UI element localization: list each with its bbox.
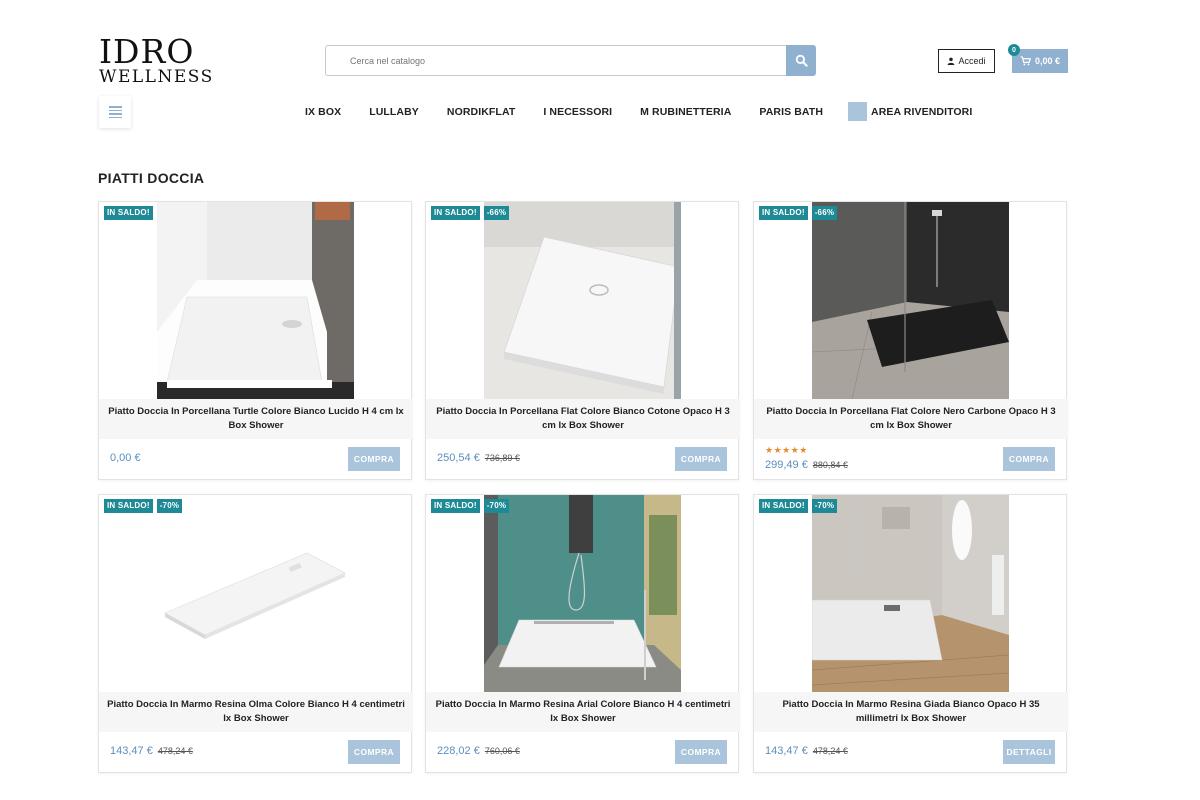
cart-icon: [1020, 56, 1031, 66]
cart-count-badge: 0: [1008, 44, 1020, 56]
cart-total: 0,00 €: [1034, 56, 1061, 66]
nav-item-lullaby[interactable]: LULLABY: [369, 106, 419, 118]
price-area: 143,47 € 478,24 €: [110, 745, 193, 757]
product-name[interactable]: Piatto Doccia In Marmo Resina Olma Color…: [99, 692, 413, 732]
product-image[interactable]: [812, 202, 1009, 399]
sale-badge: IN SALDO!: [431, 206, 480, 220]
sale-badge: IN SALDO!: [759, 206, 808, 220]
product-grid: IN SALDO! Piatto Doccia In Porcellana Tu…: [98, 201, 1068, 773]
hamburger-icon-line: [108, 109, 122, 111]
product-image[interactable]: [484, 495, 681, 692]
product-old-price: 478,24 €: [812, 746, 848, 756]
product-name[interactable]: Piatto Doccia In Porcellana Flat Colore …: [754, 399, 1068, 439]
page-title: PIATTI DOCCIA: [98, 170, 205, 186]
product-card[interactable]: IN SALDO! -70% Piatto Doccia In Marmo Re…: [425, 494, 740, 773]
brand-logo-line2: WELLNESS: [99, 67, 214, 87]
discount-badge: -66%: [483, 206, 510, 220]
nav-item-m-rubinetteria[interactable]: M RUBINETTERIA: [640, 106, 731, 118]
user-icon: [948, 57, 955, 65]
search-input[interactable]: [325, 45, 786, 76]
price-area: 299,49 € 880,84 €: [765, 459, 848, 471]
sale-badge: IN SALDO!: [104, 499, 153, 513]
buy-button[interactable]: COMPRA: [348, 740, 400, 764]
discount-badge: -70%: [483, 499, 510, 513]
buy-button[interactable]: COMPRA: [675, 740, 727, 764]
nav-item-area-rivenditori-label: AREA RIVENDITORI: [871, 105, 973, 118]
price-area: 250,54 € 736,89 €: [437, 452, 520, 464]
buy-button[interactable]: COMPRA: [675, 447, 727, 471]
hamburger-icon-line: [108, 113, 122, 115]
product-image[interactable]: [157, 495, 354, 692]
main-nav: IX BOX LULLABY NORDIKFLAT I NECESSORI M …: [0, 94, 1200, 134]
product-name[interactable]: Piatto Doccia In Marmo Resina Giada Bian…: [754, 692, 1068, 732]
product-name[interactable]: Piatto Doccia In Marmo Resina Arial Colo…: [426, 692, 740, 732]
discount-badge: -70%: [811, 499, 838, 513]
badges: IN SALDO! -66%: [431, 206, 510, 220]
nav-item-ix-box[interactable]: IX BOX: [305, 106, 341, 118]
product-image[interactable]: [812, 495, 1009, 692]
badges: IN SALDO!: [104, 206, 153, 220]
product-price: 250,54 €: [437, 452, 480, 464]
menu-toggle[interactable]: [99, 96, 131, 128]
nav-item-i-necessori[interactable]: I NECESSORI: [543, 106, 612, 118]
badges: IN SALDO! -70%: [759, 499, 838, 513]
login-label: Accedi: [958, 56, 986, 66]
page: IDRO WELLNESS Accedi 0 0,00 € IX BO: [0, 0, 1200, 800]
product-price: 0,00 €: [110, 452, 141, 464]
buy-button[interactable]: COMPRA: [1003, 447, 1055, 471]
product-price: 299,49 €: [765, 459, 808, 471]
hamburger-icon: [108, 106, 122, 108]
badges: IN SALDO! -70%: [104, 499, 183, 513]
product-price: 228,02 €: [437, 745, 480, 757]
rating-stars-icon: ★★★★★: [765, 445, 808, 455]
search-bar: [325, 45, 816, 76]
nav-item-area-rivenditori[interactable]: AREA RIVENDITORI: [848, 102, 972, 121]
hamburger-icon-line: [108, 116, 122, 118]
discount-badge: -70%: [156, 499, 183, 513]
product-image[interactable]: [157, 202, 354, 399]
badges: IN SALDO! -70%: [431, 499, 510, 513]
details-button[interactable]: DETTAGLI: [1003, 740, 1055, 764]
price-area: 228,02 € 760,06 €: [437, 745, 520, 757]
badges: IN SALDO! -66%: [759, 206, 838, 220]
product-card[interactable]: IN SALDO! -70% Piatto Doccia In Marmo Re…: [753, 494, 1068, 773]
login-button[interactable]: Accedi: [938, 49, 995, 73]
price-area: 0,00 €: [110, 452, 141, 464]
product-old-price: 760,06 €: [484, 746, 520, 756]
header: IDRO WELLNESS Accedi 0 0,00 €: [0, 0, 1200, 94]
product-old-price: 880,84 €: [812, 460, 848, 470]
product-price: 143,47 €: [110, 745, 153, 757]
search-button[interactable]: [786, 45, 816, 76]
price-area: 143,47 € 478,24 €: [765, 745, 848, 757]
sale-badge: IN SALDO!: [759, 499, 808, 513]
product-old-price: 478,24 €: [157, 746, 193, 756]
nav-item-nordikflat[interactable]: NORDIKFLAT: [447, 106, 515, 118]
product-price: 143,47 €: [765, 745, 808, 757]
product-image[interactable]: [484, 202, 681, 399]
product-name[interactable]: Piatto Doccia In Porcellana Flat Colore …: [426, 399, 740, 439]
product-card[interactable]: IN SALDO! Piatto Doccia In Porcellana Tu…: [98, 201, 413, 480]
sale-badge: IN SALDO!: [104, 206, 153, 220]
brand-logo-line1: IDRO: [99, 32, 195, 71]
buy-button[interactable]: COMPRA: [348, 447, 400, 471]
search-icon: [795, 54, 808, 67]
product-card[interactable]: IN SALDO! -66% Piatto Doccia In Porcella…: [425, 201, 740, 480]
product-card[interactable]: IN SALDO! -66% Piatto Doccia In Porcella…: [753, 201, 1068, 480]
product-name[interactable]: Piatto Doccia In Porcellana Turtle Color…: [99, 399, 413, 439]
discount-badge: -66%: [811, 206, 838, 220]
product-old-price: 736,89 €: [484, 453, 520, 463]
nav-item-paris-bath[interactable]: PARIS BATH: [759, 106, 823, 118]
sale-badge: IN SALDO!: [431, 499, 480, 513]
area-rivenditori-icon: [848, 102, 868, 121]
brand-logo[interactable]: IDRO WELLNESS: [99, 32, 214, 87]
nav-items: IX BOX LULLABY NORDIKFLAT I NECESSORI M …: [290, 102, 972, 121]
product-card[interactable]: IN SALDO! -70% Piatto Doccia In Marmo Re…: [98, 494, 413, 773]
cart-button[interactable]: 0 0,00 €: [1008, 44, 1068, 73]
